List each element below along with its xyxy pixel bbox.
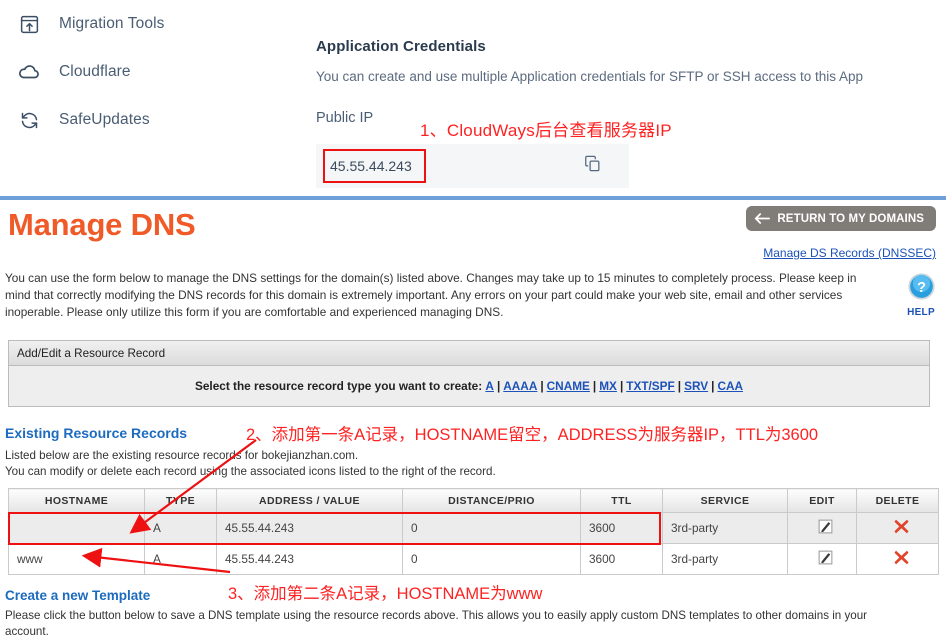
dns-records-table-wrapper: HOSTNAME TYPE ADDRESS / VALUE DISTANCE/P… — [8, 488, 939, 575]
public-ip-label: Public IP — [316, 110, 374, 126]
arrow-left-icon — [754, 212, 771, 225]
cloudways-sidebar-nav: Migration Tools Cloudflare SafeUpdates — [0, 0, 300, 144]
cell-address: 45.55.44.243 — [216, 512, 403, 544]
copy-icon[interactable] — [583, 154, 602, 178]
annotation-step-3: 3、添加第二条A记录，HOSTNAME为www — [228, 585, 543, 603]
public-ip-highlight-box — [323, 149, 426, 183]
dns-intro-text: You can use the form below to manage the… — [5, 271, 857, 319]
cell-distance: 0 — [402, 512, 581, 544]
migration-tools-icon — [14, 9, 44, 39]
table-row: www A 45.55.44.243 0 3600 3rd-party — [8, 543, 939, 575]
col-hostname: HOSTNAME — [8, 488, 145, 513]
page-title: Manage DNS — [8, 207, 196, 242]
public-ip-field[interactable]: 45.55.44.243 — [316, 144, 629, 188]
application-credentials-section: Application Credentials You can create a… — [316, 38, 946, 188]
cell-service: 3rd-party — [662, 512, 788, 544]
cell-type: A — [144, 543, 217, 575]
annotation-step-2: 2、添加第一条A记录，HOSTNAME留空，ADDRESS为服务器IP，TTL为… — [246, 426, 819, 444]
record-type-aaaa[interactable]: AAAA — [503, 379, 537, 393]
col-ttl: TTL — [580, 488, 663, 513]
manage-ds-records-link[interactable]: Manage DS Records (DNSSEC) — [763, 246, 936, 260]
sidebar-item-safeupdates-label: SafeUpdates — [59, 111, 150, 128]
create-new-template-heading[interactable]: Create a new Template — [5, 588, 150, 603]
record-type-txtspf[interactable]: TXT/SPF — [626, 379, 675, 393]
screenshot-root: Migration Tools Cloudflare SafeUpdates A… — [0, 0, 946, 642]
return-to-my-domains-button[interactable]: RETURN TO MY DOMAINS — [746, 206, 936, 231]
application-credentials-subtitle: You can create and use multiple Applicat… — [316, 69, 864, 84]
sidebar-item-migration-tools[interactable]: Migration Tools — [0, 0, 300, 48]
col-distance-prio: DISTANCE/PRIO — [402, 488, 581, 513]
cell-service: 3rd-party — [662, 543, 788, 575]
existing-desc-line-2: You can modify or delete each record usi… — [5, 464, 496, 478]
return-to-my-domains-label: RETURN TO MY DOMAINS — [777, 212, 924, 225]
application-credentials-title: Application Credentials — [316, 38, 486, 55]
help-label: HELP — [907, 307, 935, 318]
col-edit: EDIT — [787, 488, 857, 513]
record-type-mx[interactable]: MX — [599, 379, 617, 393]
record-type-a[interactable]: A — [485, 379, 494, 393]
record-type-cname[interactable]: CNAME — [547, 379, 590, 393]
help-widget[interactable]: ? HELP — [900, 272, 942, 318]
record-type-srv[interactable]: SRV — [684, 379, 708, 393]
existing-resource-records-heading: Existing Resource Records — [5, 425, 188, 441]
cell-address: 45.55.44.243 — [216, 543, 403, 575]
sep: | — [619, 379, 624, 393]
cell-ttl: 3600 — [580, 512, 663, 544]
table-row: A 45.55.44.243 0 3600 3rd-party — [8, 512, 939, 544]
edit-pencil-icon[interactable] — [817, 518, 834, 535]
cloud-icon — [14, 57, 44, 87]
sidebar-item-migration-tools-label: Migration Tools — [59, 15, 165, 32]
sep: | — [592, 379, 597, 393]
edit-pencil-icon[interactable] — [817, 549, 834, 566]
sidebar-item-cloudflare-label: Cloudflare — [59, 63, 131, 80]
record-type-link-a: A — [485, 379, 494, 393]
select-type-prefix: Select the resource record type you want… — [194, 379, 483, 393]
table-header-row: HOSTNAME TYPE ADDRESS / VALUE DISTANCE/P… — [8, 488, 939, 513]
delete-x-icon[interactable] — [892, 517, 911, 536]
create-new-template-description: Please click the button below to save a … — [5, 609, 868, 638]
cell-hostname — [8, 512, 145, 544]
add-edit-resource-record-box: Add/Edit a Resource Record Select the re… — [8, 340, 930, 407]
sidebar-item-cloudflare[interactable]: Cloudflare — [0, 48, 300, 96]
annotation-step-1: 1、CloudWays后台查看服务器IP — [420, 121, 672, 140]
cell-ttl: 3600 — [580, 543, 663, 575]
col-type: TYPE — [144, 488, 217, 513]
record-type-selector: Select the resource record type you want… — [9, 366, 929, 406]
cell-edit — [787, 543, 857, 575]
delete-x-icon[interactable] — [892, 548, 911, 567]
cell-delete — [856, 543, 939, 575]
col-address-value: ADDRESS / VALUE — [216, 488, 403, 513]
dns-records-table: HOSTNAME TYPE ADDRESS / VALUE DISTANCE/P… — [8, 488, 939, 575]
existing-desc-line-1: Listed below are the existing resource r… — [5, 449, 359, 462]
existing-resource-records-description: Listed below are the existing resource r… — [5, 448, 496, 479]
col-delete: DELETE — [856, 488, 939, 513]
cell-delete — [856, 512, 939, 544]
sep: | — [540, 379, 544, 393]
cloudways-panel: Migration Tools Cloudflare SafeUpdates A… — [0, 0, 946, 196]
refresh-icon — [14, 105, 44, 135]
cell-edit — [787, 512, 857, 544]
question-mark-icon[interactable]: ? — [900, 272, 942, 306]
svg-text:?: ? — [917, 280, 926, 296]
record-type-caa[interactable]: CAA — [717, 379, 743, 393]
sep: | — [496, 379, 501, 393]
add-edit-resource-record-header: Add/Edit a Resource Record — [9, 341, 929, 366]
sidebar-item-safeupdates[interactable]: SafeUpdates — [0, 96, 300, 144]
col-service: SERVICE — [662, 488, 788, 513]
sep: | — [677, 379, 682, 393]
cell-distance: 0 — [402, 543, 581, 575]
sep: | — [711, 379, 715, 393]
cell-hostname: www — [8, 543, 145, 575]
cell-type: A — [144, 512, 217, 544]
